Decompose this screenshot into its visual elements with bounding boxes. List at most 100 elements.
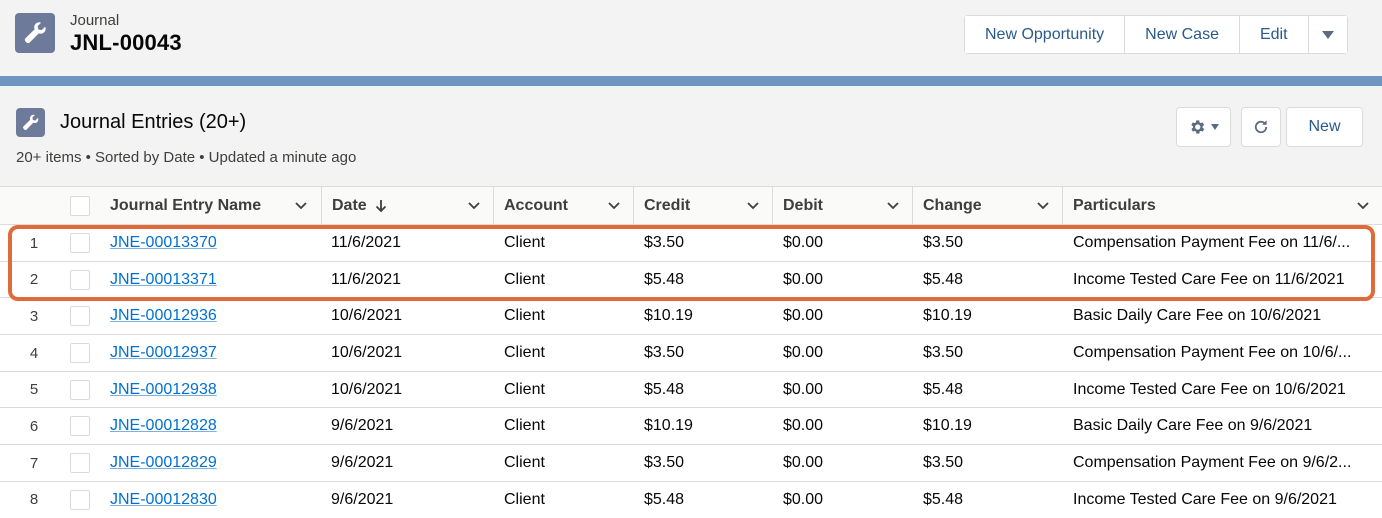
chevron-down-icon[interactable]	[746, 199, 760, 213]
row-number: 5	[29, 381, 39, 399]
chevron-down-icon[interactable]	[886, 199, 900, 213]
change-cell: $3.50	[923, 454, 964, 472]
record-title: JNL-00043	[70, 30, 182, 55]
entry-name-link[interactable]: JNE-00012830	[110, 491, 217, 509]
row-checkbox[interactable]	[70, 269, 90, 290]
entry-name-link[interactable]: JNE-00013371	[110, 271, 217, 289]
debit-cell: $0.00	[783, 417, 824, 435]
row-number: 6	[29, 417, 39, 435]
table-row: 8 JNE-00012830 9/6/2021 Client $5.48 $0.…	[0, 481, 1382, 518]
related-list-title[interactable]: Journal Entries (20+)	[60, 111, 246, 134]
account-cell: Client	[504, 234, 545, 251]
row-checkbox[interactable]	[70, 416, 90, 437]
row-checkbox[interactable]	[70, 489, 90, 510]
account-cell: Client	[504, 380, 545, 398]
column-label: Change	[923, 197, 982, 214]
refresh-icon	[1254, 120, 1268, 134]
entry-name-link[interactable]: JNE-00012937	[110, 344, 217, 362]
particulars-cell: Income Tested Care Fee on 11/6/2021	[1073, 270, 1345, 288]
particulars-cell: Compensation Payment Fee on 9/6/2...	[1073, 454, 1352, 472]
credit-cell: $5.48	[644, 380, 685, 398]
credit-cell: $3.50	[644, 344, 685, 362]
account-cell: Client	[504, 454, 545, 472]
entry-name-link[interactable]: JNE-00013370	[110, 234, 217, 252]
table-row: 5 JNE-00012938 10/6/2021 Client $5.48 $0…	[0, 371, 1382, 409]
debit-cell: $0.00	[783, 380, 824, 398]
column-label: Credit	[644, 197, 691, 214]
row-number: 1	[29, 234, 39, 252]
debit-cell: $0.00	[783, 234, 824, 251]
column-header-credit[interactable]: Credit	[633, 187, 772, 225]
change-cell: $5.48	[923, 490, 964, 508]
column-header-particulars[interactable]: Particulars	[1062, 187, 1382, 225]
column-header-date[interactable]: Date	[321, 187, 493, 225]
entry-name-cell: JNE-00012828	[110, 408, 310, 444]
credit-cell: $3.50	[644, 234, 685, 251]
edit-button[interactable]: Edit	[1239, 16, 1309, 53]
chevron-down-icon[interactable]	[1356, 199, 1370, 213]
table-row: 2 JNE-00013371 11/6/2021 Client $5.48 $0…	[0, 261, 1382, 299]
date-cell: 9/6/2021	[331, 454, 394, 472]
object-label: Journal	[70, 12, 120, 29]
change-cell: $10.19	[923, 417, 972, 435]
new-button[interactable]: New	[1286, 107, 1363, 147]
wrench-icon	[15, 13, 55, 53]
chevron-down-icon[interactable]	[1036, 199, 1050, 213]
entry-name-link[interactable]: JNE-00012938	[110, 381, 217, 399]
column-header-debit[interactable]: Debit	[772, 187, 912, 225]
column-label: Debit	[783, 197, 823, 214]
account-cell: Client	[504, 417, 545, 435]
particulars-cell: Income Tested Care Fee on 10/6/2021	[1073, 380, 1346, 398]
header-actions: New Opportunity New Case Edit	[964, 15, 1348, 54]
particulars-cell: Compensation Payment Fee on 11/6/...	[1073, 234, 1351, 251]
new-opportunity-button[interactable]: New Opportunity	[965, 16, 1126, 53]
entry-name-cell: JNE-00012936	[110, 298, 310, 334]
particulars-cell: Basic Daily Care Fee on 9/6/2021	[1073, 417, 1313, 435]
refresh-button[interactable]	[1241, 107, 1281, 147]
debit-cell: $0.00	[783, 307, 824, 325]
select-all-checkbox[interactable]	[70, 196, 90, 216]
account-cell: Client	[504, 270, 545, 288]
record-header: Journal JNL-00043 New Opportunity New Ca…	[0, 0, 1382, 76]
table-row: 7 JNE-00012829 9/6/2021 Client $3.50 $0.…	[0, 445, 1382, 482]
row-checkbox[interactable]	[70, 306, 90, 327]
entry-name-link[interactable]: JNE-00012936	[110, 307, 217, 325]
column-label: Date	[332, 197, 367, 214]
date-cell: 10/6/2021	[331, 307, 403, 325]
related-list-header: Journal Entries (20+) 20+ items • Sorted…	[0, 86, 1382, 186]
credit-cell: $10.19	[644, 417, 693, 435]
table-row: 6 JNE-00012828 9/6/2021 Client $10.19 $0…	[0, 408, 1382, 446]
date-cell: 11/6/2021	[331, 234, 401, 251]
column-header-name[interactable]: Journal Entry Name	[100, 187, 320, 225]
entry-name-link[interactable]: JNE-00012828	[110, 417, 217, 435]
chevron-down-icon[interactable]	[467, 199, 481, 213]
account-cell: Client	[504, 490, 545, 508]
new-case-button[interactable]: New Case	[1125, 16, 1240, 53]
column-label: Account	[504, 197, 568, 214]
chevron-down-icon[interactable]	[607, 199, 621, 213]
row-checkbox[interactable]	[70, 453, 90, 474]
column-label: Journal Entry Name	[110, 197, 262, 214]
wrench-icon	[16, 108, 45, 137]
debit-cell: $0.00	[783, 454, 824, 472]
row-checkbox[interactable]	[70, 379, 90, 400]
date-cell: 9/6/2021	[331, 490, 394, 508]
related-list-meta: 20+ items • Sorted by Date • Updated a m…	[16, 149, 357, 166]
more-actions-button[interactable]	[1308, 16, 1347, 53]
row-checkbox[interactable]	[70, 343, 90, 364]
chevron-down-icon[interactable]	[294, 199, 308, 213]
column-header-change[interactable]: Change	[912, 187, 1062, 225]
change-cell: $10.19	[923, 307, 972, 325]
entry-name-cell: JNE-00012830	[110, 482, 310, 518]
entry-name-cell: JNE-00012829	[110, 445, 310, 481]
entry-name-cell: JNE-00012937	[110, 335, 310, 371]
column-header-account[interactable]: Account	[493, 187, 633, 225]
row-checkbox[interactable]	[70, 233, 90, 253]
entry-name-link[interactable]: JNE-00012829	[110, 454, 217, 472]
change-cell: $5.48	[923, 380, 964, 398]
list-settings-button[interactable]	[1176, 107, 1231, 147]
row-number: 7	[29, 454, 39, 472]
date-cell: 10/6/2021	[331, 344, 403, 362]
row-number: 8	[29, 491, 39, 509]
particulars-cell: Income Tested Care Fee on 9/6/2021	[1073, 490, 1337, 508]
